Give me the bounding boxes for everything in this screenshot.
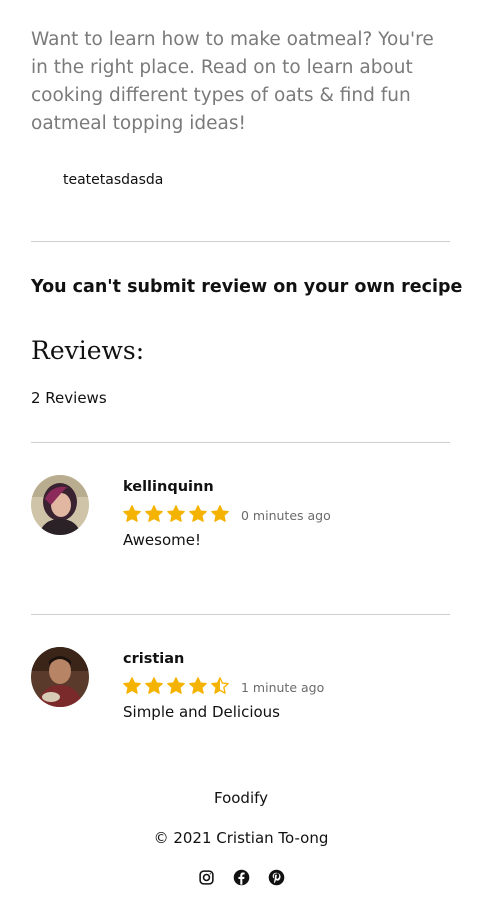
divider — [31, 614, 450, 615]
review-time: 0 minutes ago — [241, 508, 331, 523]
star-full-icon — [167, 505, 185, 522]
star-full-icon — [189, 677, 207, 694]
review-item: kellinquinn 0 minutes ago Awesome! — [31, 475, 451, 565]
social-links — [0, 869, 482, 886]
review-time: 1 minute ago — [241, 680, 325, 695]
avatar — [31, 475, 89, 535]
facebook-icon[interactable] — [233, 869, 250, 886]
star-rating — [122, 676, 230, 696]
reviewer-name: cristian — [123, 651, 185, 667]
star-full-icon — [123, 505, 141, 522]
star-half-icon — [211, 677, 229, 694]
star-full-icon — [167, 677, 185, 694]
avatar — [31, 647, 89, 707]
footer-brand: Foodify — [213, 789, 269, 807]
reviews-count: 2 Reviews — [31, 389, 107, 407]
review-item: cristian 1 minute ago Simple and Delicio… — [31, 647, 451, 737]
star-full-icon — [145, 677, 163, 694]
reviews-heading: Reviews: — [31, 336, 145, 365]
star-rating — [122, 504, 230, 524]
review-text: Simple and Delicious — [123, 703, 281, 721]
star-full-icon — [211, 505, 229, 522]
footer-copyright: © 2021 Cristian To-ong — [153, 829, 329, 847]
review-notice: You can't submit review on your own reci… — [31, 277, 463, 297]
recipe-description: Want to learn how to make oatmeal? You'r… — [31, 29, 434, 134]
recipe-extra-text: teatetasdasda — [63, 172, 164, 188]
review-text: Awesome! — [123, 531, 201, 549]
star-full-icon — [189, 505, 207, 522]
instagram-icon[interactable] — [198, 869, 215, 886]
divider — [31, 241, 450, 242]
pinterest-icon[interactable] — [268, 869, 285, 886]
reviewer-name: kellinquinn — [123, 479, 214, 495]
star-full-icon — [123, 677, 141, 694]
divider — [31, 442, 450, 443]
star-full-icon — [145, 505, 163, 522]
